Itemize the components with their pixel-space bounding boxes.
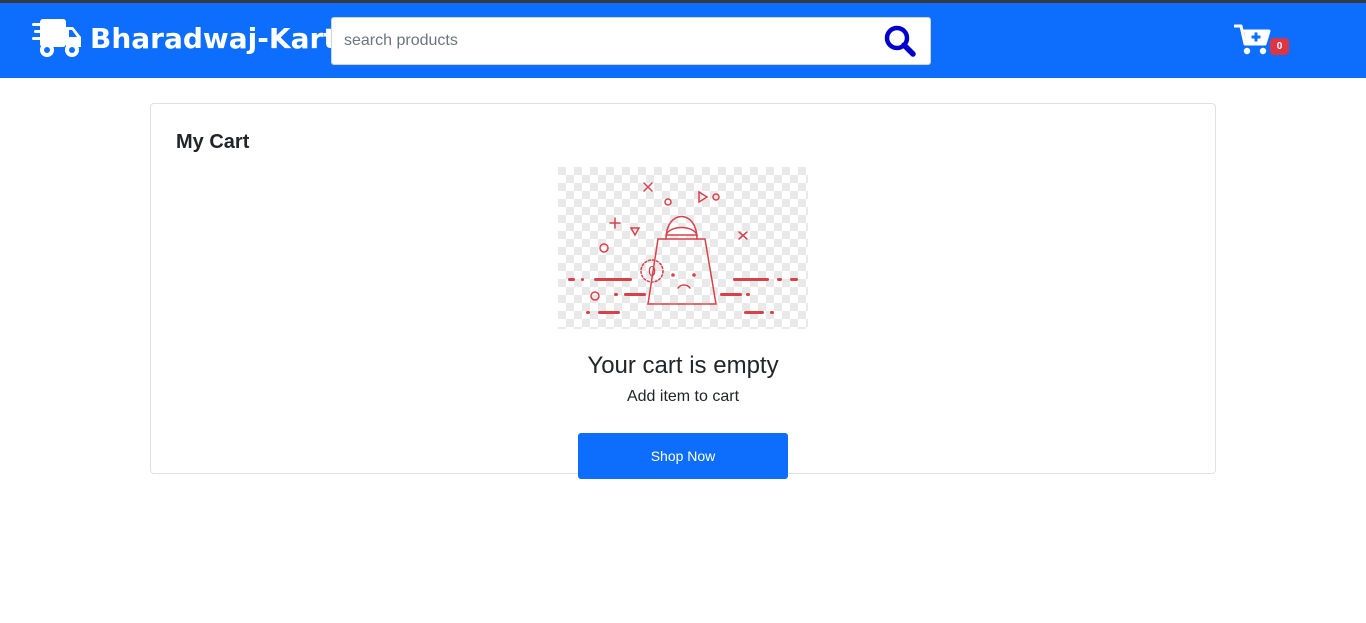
brand-name: Bharadwaj-Kart [90,21,337,55]
empty-cart-illustration: 0 [558,167,808,329]
shop-now-button[interactable]: Shop Now [578,433,788,479]
shipping-truck-icon [32,19,81,57]
empty-cart-title: Your cart is empty [587,352,779,379]
cart-plus-icon [1234,24,1271,55]
search-box [331,17,931,65]
top-navbar: Bharadwaj-Kart 0 [0,3,1366,78]
search-input[interactable] [332,18,872,64]
cart-card: My Cart 0 Your cart is empty Add item to… [150,103,1216,474]
svg-text:0: 0 [648,265,656,280]
search-button[interactable] [880,23,920,61]
search-icon [884,25,916,57]
brand-link[interactable]: Bharadwaj-Kart [32,16,337,60]
cart-count-badge: 0 [1270,38,1289,55]
page-title: My Cart [176,131,250,153]
cart-button[interactable]: 0 [1234,21,1294,61]
empty-cart-subtitle: Add item to cart [626,388,740,405]
